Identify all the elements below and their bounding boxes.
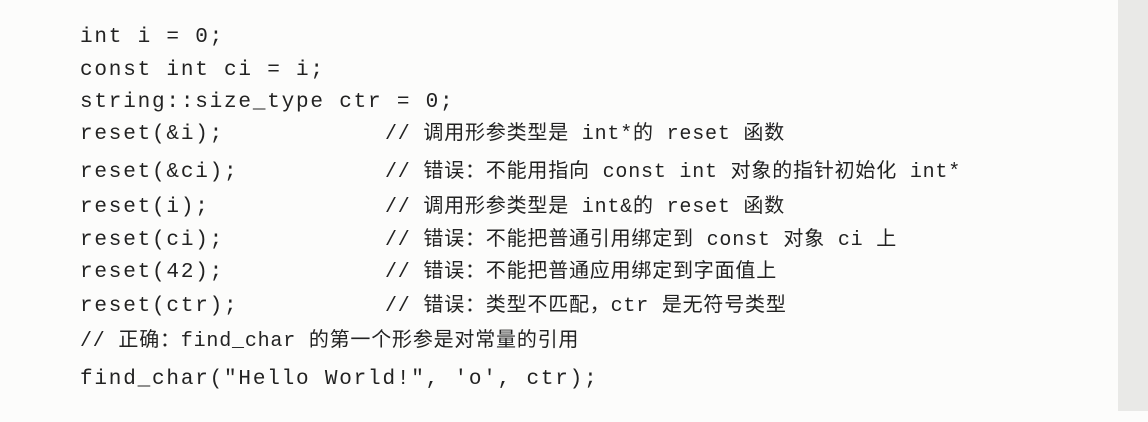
code-text: const int ci = i; [80, 59, 325, 82]
code-line: string::size_type ctr = 0; [0, 89, 1118, 117]
code-text: reset(ctr); [80, 295, 239, 318]
code-comment: // 正确：find_char 的第一个形参是对常量的引用 [80, 330, 580, 353]
code-text: find_char("Hello World!", 'o', ctr); [80, 368, 599, 391]
code-comment: // 错误：不能把普通应用绑定到字面值上 [385, 261, 778, 284]
code-comment: // 错误：类型不匹配，ctr 是无符号类型 [385, 295, 787, 318]
code-comment: // 调用形参类型是 int&的 reset 函数 [385, 196, 786, 219]
code-line: find_char("Hello World!", 'o', ctr); [0, 366, 1118, 394]
code-line: // 正确：find_char 的第一个形参是对常量的引用 [0, 328, 1118, 356]
code-line: reset(ci); // 错误：不能把普通引用绑定到 const 对象 ci … [0, 227, 1118, 255]
page-edge [1118, 0, 1148, 411]
code-line: reset(&i); // 调用形参类型是 int*的 reset 函数 [0, 121, 1118, 149]
code-text: reset(i); [80, 196, 210, 219]
code-text: reset(&ci); [80, 161, 239, 184]
code-line: reset(ctr); // 错误：类型不匹配，ctr 是无符号类型 [0, 293, 1118, 321]
code-text: int i = 0; [80, 26, 225, 49]
code-line: int i = 0; [0, 24, 1118, 52]
code-line: reset(&ci); // 错误：不能用指向 const int 对象的指针初… [0, 159, 1118, 187]
code-line: const int ci = i; [0, 57, 1118, 85]
code-text: reset(&i); [80, 123, 225, 146]
code-text: string::size_type ctr = 0; [80, 91, 455, 114]
code-line: reset(42); // 错误：不能把普通应用绑定到字面值上 [0, 259, 1118, 287]
code-comment: // 错误：不能把普通引用绑定到 const 对象 ci 上 [385, 229, 898, 252]
code-text: reset(ci); [80, 229, 225, 252]
code-text: reset(42); [80, 261, 225, 284]
code-line: reset(i); // 调用形参类型是 int&的 reset 函数 [0, 194, 1118, 222]
code-comment: // 调用形参类型是 int*的 reset 函数 [385, 123, 786, 146]
code-comment: // 错误：不能用指向 const int 对象的指针初始化 int* [385, 161, 962, 184]
